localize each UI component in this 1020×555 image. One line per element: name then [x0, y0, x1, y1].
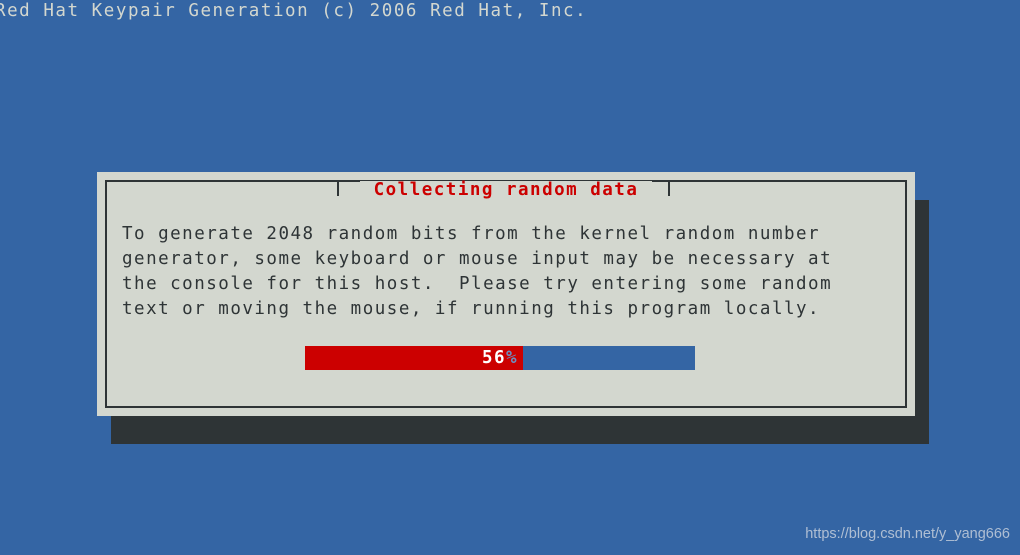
progress-bar: 56%	[305, 346, 695, 370]
progress-percent-value: 56	[481, 348, 507, 368]
progress-percent-sign: %	[506, 348, 519, 368]
title-divider-tick-left	[337, 181, 339, 196]
console-header-line: Red Hat Keypair Generation (c) 2006 Red …	[0, 1, 588, 21]
dialog-window: Collecting random data To generate 2048 …	[97, 172, 929, 444]
title-divider-tick-right	[668, 181, 670, 196]
watermark-url: https://blog.csdn.net/y_yang666	[805, 526, 1010, 542]
dialog-panel: Collecting random data To generate 2048 …	[97, 172, 915, 416]
dialog-body-text: To generate 2048 random bits from the ke…	[122, 224, 833, 319]
progress-bar-label: 56%	[305, 346, 695, 370]
dialog-title: Collecting random data	[359, 181, 653, 199]
dialog-title-row: Collecting random data	[105, 172, 907, 199]
